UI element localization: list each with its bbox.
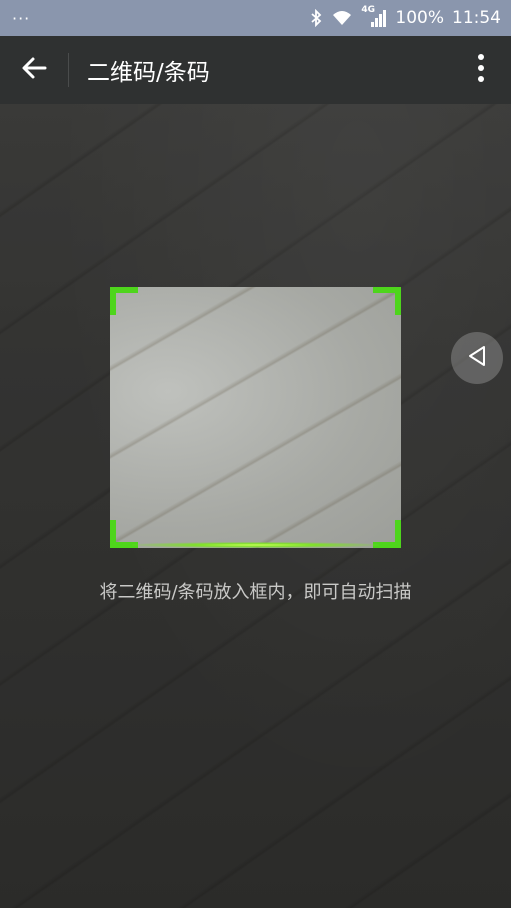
battery-percent: 100% <box>395 8 444 28</box>
app-bar-divider <box>68 53 69 87</box>
back-button[interactable] <box>0 36 68 104</box>
scan-corner-top-right <box>373 287 401 315</box>
notification-dots: ··· <box>12 8 31 28</box>
wifi-icon <box>331 9 353 27</box>
triangle-left-icon <box>466 344 488 372</box>
more-vert-icon <box>478 54 484 86</box>
bluetooth-icon <box>309 9 323 27</box>
more-options-button[interactable] <box>451 36 511 104</box>
scan-corner-top-left <box>110 287 138 315</box>
side-drawer-handle[interactable] <box>451 332 503 384</box>
status-bar: ··· 4G 100% 11:54 <box>0 0 511 36</box>
app-bar: 二维码/条码 <box>0 36 511 104</box>
status-icons: 4G 100% 11:54 <box>309 5 501 28</box>
scan-line <box>132 542 379 548</box>
arrow-left-icon <box>21 56 47 84</box>
signal-icon: 4G <box>361 5 387 28</box>
scan-hint-text: 将二维码/条码放入框内，即可自动扫描 <box>99 582 412 603</box>
page-title: 二维码/条码 <box>87 60 210 86</box>
scan-frame <box>110 287 401 548</box>
clock: 11:54 <box>452 8 501 28</box>
